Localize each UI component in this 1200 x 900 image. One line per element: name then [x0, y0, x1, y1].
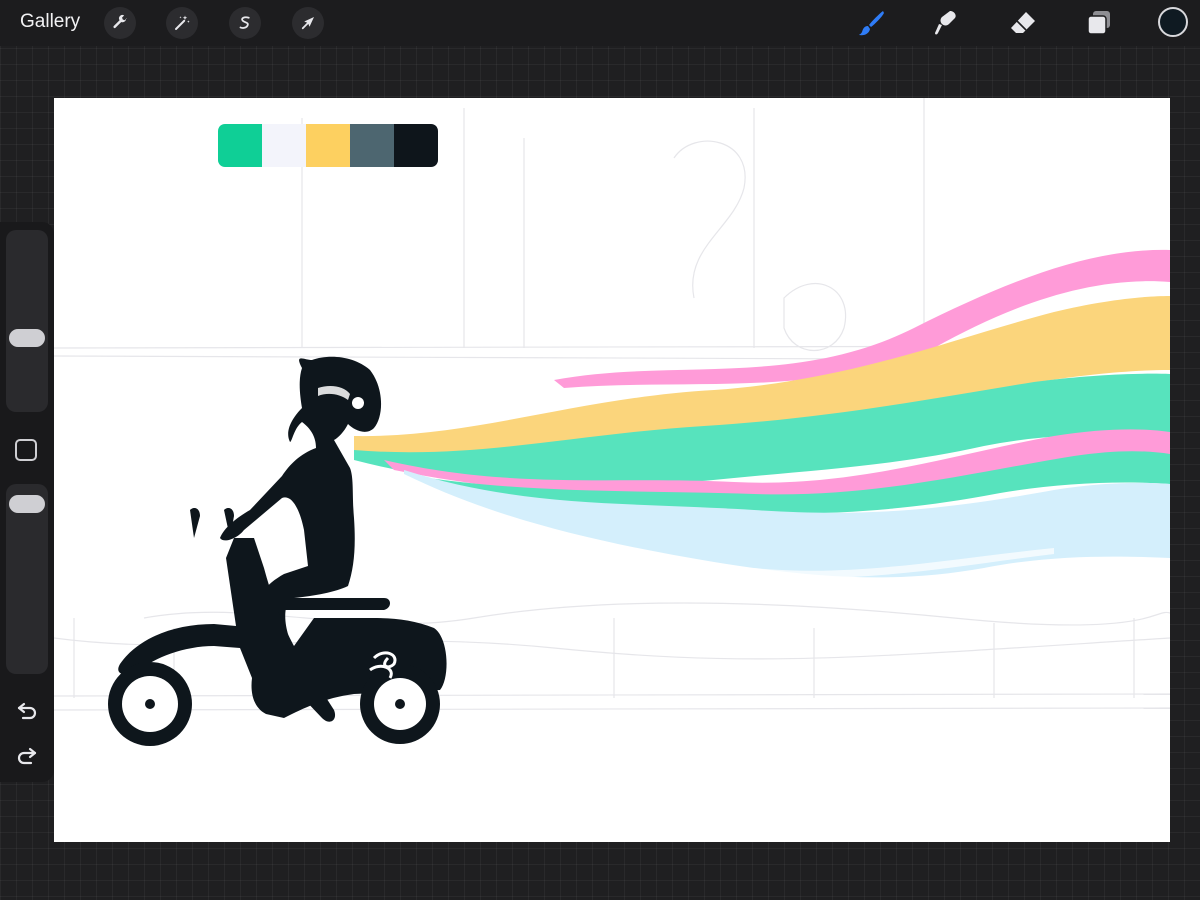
eraser-icon: [1011, 12, 1035, 33]
undo-arrow-icon: [17, 702, 37, 720]
palette-swatch-green[interactable]: [218, 124, 262, 167]
brush-size-slider[interactable]: [6, 230, 48, 412]
palette-swatch-slate[interactable]: [350, 124, 394, 167]
adjustments-button[interactable]: [166, 7, 198, 39]
redo-arrow-icon: [17, 747, 37, 765]
magic-wand-icon: [175, 15, 190, 30]
opacity-slider-thumb[interactable]: [9, 495, 45, 513]
brush-tool-button[interactable]: [855, 6, 889, 40]
color-picker-button[interactable]: [1158, 7, 1188, 37]
flowing-stripes: [354, 249, 1170, 578]
brush-icon: [859, 11, 884, 36]
redo-button[interactable]: [13, 741, 41, 769]
smudge-icon: [935, 11, 956, 35]
top-toolbar: Gallery: [0, 0, 1200, 46]
transform-button[interactable]: [292, 7, 324, 39]
gallery-button[interactable]: Gallery: [20, 11, 80, 33]
smudge-tool-button[interactable]: [928, 6, 962, 40]
actions-button[interactable]: [104, 7, 136, 39]
selection-icon: [239, 16, 250, 29]
left-sidebar: [0, 222, 54, 782]
modify-button[interactable]: [15, 439, 37, 461]
transform-arrow-icon: [301, 17, 314, 30]
selection-button[interactable]: [229, 7, 261, 39]
scooter-rider-illustration: [54, 98, 1170, 746]
opacity-slider[interactable]: [6, 484, 48, 674]
undo-button[interactable]: [13, 696, 41, 724]
palette-swatch-white[interactable]: [262, 124, 306, 167]
layers-button[interactable]: [1082, 6, 1116, 40]
layers-icon: [1087, 11, 1110, 35]
palette-swatch-black[interactable]: [394, 124, 438, 167]
drawing-canvas[interactable]: [54, 98, 1170, 842]
brush-size-slider-thumb[interactable]: [9, 329, 45, 348]
eraser-tool-button[interactable]: [1006, 6, 1040, 40]
wrench-icon: [113, 15, 127, 29]
palette-swatch-yellow[interactable]: [306, 124, 350, 167]
scooter-body: [108, 508, 447, 746]
color-palette: [218, 124, 438, 167]
